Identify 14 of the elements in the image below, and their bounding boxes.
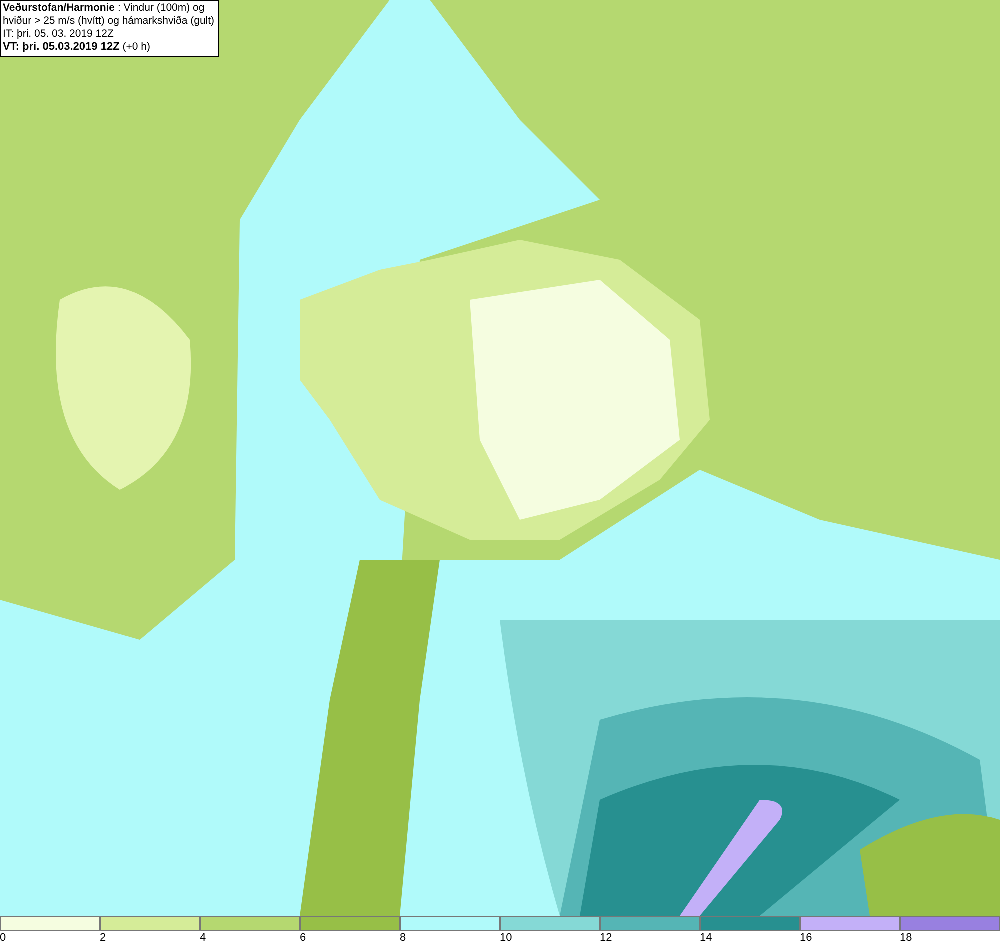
legend-label: 10: [500, 931, 512, 945]
title-line: VT: þri. 05.03.2019 12Z (+0 h): [3, 41, 152, 54]
legend-label: 4: [200, 931, 206, 945]
legend-label: 6: [300, 931, 306, 945]
legend-label: 16: [800, 931, 812, 945]
title-line: IT: þri. 05. 03. 2019 12Z: [3, 28, 115, 41]
legend-label: 0: [0, 931, 6, 945]
legend-label: 2: [100, 931, 106, 945]
legend-label: 8: [400, 931, 406, 945]
title-line: Veðurstofan/Harmonie : Vindur (100m) og: [3, 2, 206, 15]
legend-label: 18: [900, 931, 912, 945]
title-line: hviður > 25 m/s (hvítt) og hámarkshviða (gult): [3, 15, 215, 28]
legend-label: 14: [700, 931, 712, 945]
legend-label: 12: [600, 931, 612, 945]
